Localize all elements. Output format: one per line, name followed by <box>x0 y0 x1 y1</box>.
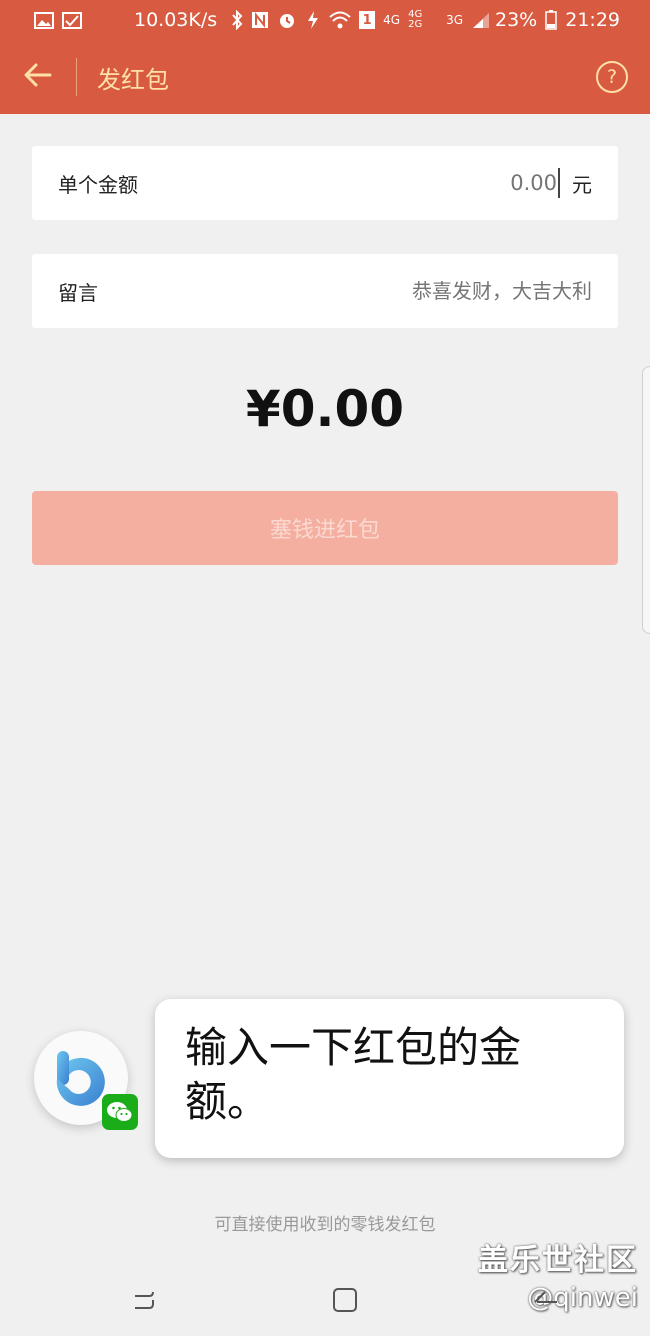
amount-label: 单个金额 <box>58 172 138 197</box>
message-field[interactable] <box>292 279 592 303</box>
message-row[interactable]: 留言 <box>32 254 618 328</box>
amount-row[interactable]: 单个金额 元 <box>32 146 618 220</box>
amount-field[interactable] <box>377 171 557 195</box>
footer-hint: 可直接使用收到的零钱发红包 <box>214 1215 436 1235</box>
network-4g-2g: 4G 2G <box>408 9 423 30</box>
battery-percent: 23% <box>495 9 538 31</box>
bluetooth-icon <box>231 10 243 30</box>
status-right: 23% 21:29 <box>495 9 620 31</box>
help-circle-icon[interactable]: ? <box>596 61 628 93</box>
battery-icon <box>545 10 557 30</box>
network-rate: 10.03K/s <box>134 9 218 31</box>
title-divider <box>76 58 77 96</box>
status-bar: 10.03K/s 1 4G 4G 2G 3G 23% 21:29 <box>0 0 650 40</box>
gallery-icon <box>34 11 54 29</box>
wechat-icon <box>102 1094 138 1130</box>
network-4g: 4G <box>383 13 401 27</box>
navigation-bar <box>0 1263 650 1336</box>
nfc-icon <box>251 11 269 29</box>
amount-unit: 元 <box>572 172 592 197</box>
back-arrow-icon <box>24 63 52 91</box>
network-3g: 3G <box>446 13 464 27</box>
help-glyph: ? <box>606 66 618 88</box>
wifi-icon <box>329 11 351 29</box>
recent-apps-button[interactable] <box>130 1285 160 1315</box>
status-left: 10.03K/s <box>34 9 217 31</box>
signal-icon <box>471 11 491 29</box>
back-nav-button[interactable] <box>530 1285 560 1315</box>
home-button[interactable] <box>330 1285 360 1315</box>
sim-badge: 1 <box>359 11 376 29</box>
edge-panel-handle[interactable] <box>642 366 650 634</box>
submit-button[interactable]: 塞钱进红包 <box>32 491 618 565</box>
total-amount: ¥0.00 <box>245 380 405 438</box>
alarm-icon <box>277 10 297 30</box>
message-label: 留言 <box>58 280 98 305</box>
status-indicators: 1 4G 4G 2G 3G <box>231 10 491 30</box>
assistant-message-bubble: 输入一下红包的金额。 <box>155 999 624 1158</box>
page-title: 发红包 <box>97 65 169 94</box>
back-button[interactable] <box>0 40 76 114</box>
image-check-icon <box>62 11 82 29</box>
text-caret <box>558 168 560 198</box>
data-saver-icon <box>305 10 321 30</box>
title-bar: 发红包 ? <box>0 40 650 114</box>
clock: 21:29 <box>565 9 620 31</box>
